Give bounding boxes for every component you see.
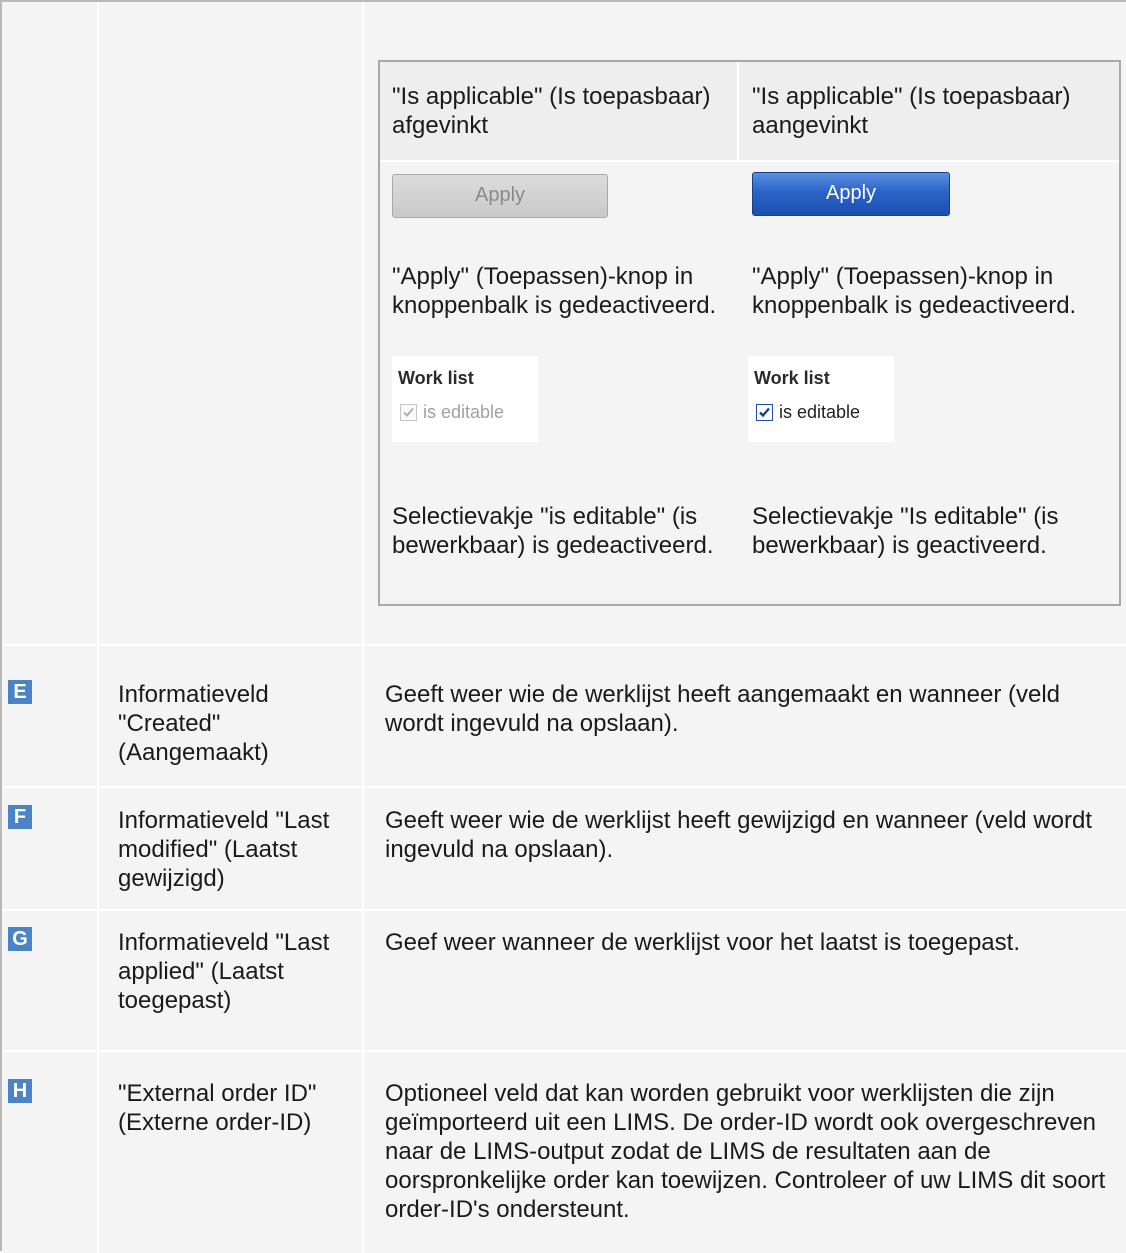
- is-editable-checkbox-disabled: [400, 404, 417, 421]
- worklist-panel-disabled: Work list is editable: [392, 356, 538, 442]
- field-name: "External order ID" (Externe order-ID): [118, 1080, 317, 1136]
- editable-description-unchecked: Selectievakje "is editable" (is bewerkba…: [392, 503, 714, 559]
- column-header-unchecked: "Is applicable" (Is toepasbaar) afgevink…: [392, 83, 711, 139]
- checkmark-icon: [759, 407, 770, 418]
- field-name: Informatieveld "Last applied" (Laatst to…: [118, 929, 330, 1014]
- applicability-comparison-table: "Is applicable" (Is toepasbaar) afgevink…: [378, 60, 1121, 606]
- callout-badge: E: [8, 680, 32, 704]
- is-editable-label: is editable: [779, 402, 861, 422]
- field-description: Geeft weer wie de werklijst heeft aangem…: [385, 681, 1061, 737]
- callout-badge: F: [8, 805, 32, 829]
- field-name: Informatieveld "Last modified" (Laatst g…: [118, 807, 330, 892]
- table-row: F Informatieveld "Last modified" (Laatst…: [2, 788, 1126, 909]
- worklist-title: Work list: [754, 368, 830, 388]
- apply-button-enabled[interactable]: Apply: [752, 172, 950, 216]
- document-page: "Is applicable" (Is toepasbaar) afgevink…: [0, 0, 1126, 1253]
- is-editable-checkbox-enabled[interactable]: [756, 404, 773, 421]
- checkmark-icon: [403, 407, 414, 417]
- apply-description-checked: "Apply" (Toepassen)-knop in knoppenbalk …: [752, 263, 1077, 319]
- table-row: E Informatieveld "Created" (Aangemaakt) …: [2, 646, 1126, 786]
- apply-description-unchecked: "Apply" (Toepassen)-knop in knoppenbalk …: [392, 263, 717, 319]
- worklist-panel-enabled: Work list is editable: [748, 356, 894, 442]
- table-row: "Is applicable" (Is toepasbaar) afgevink…: [2, 2, 1126, 644]
- callout-badge: H: [8, 1079, 32, 1103]
- field-description: Geeft weer wie de werklijst heeft gewijz…: [385, 807, 1093, 863]
- worklist-title: Work list: [398, 368, 474, 388]
- column-header-checked: "Is applicable" (Is toepasbaar) aangevin…: [752, 83, 1071, 139]
- field-name: Informatieveld "Created" (Aangemaakt): [118, 681, 269, 766]
- field-description: Geef weer wanneer de werklijst voor het …: [385, 929, 1020, 956]
- field-description: Optioneel veld dat kan worden gebruikt v…: [385, 1080, 1106, 1223]
- table-row: H "External order ID" (Externe order-ID)…: [2, 1052, 1126, 1253]
- editable-description-checked: Selectievakje "Is editable" (is bewerkba…: [752, 503, 1059, 559]
- is-editable-label: is editable: [423, 402, 505, 422]
- table-row: G Informatieveld "Last applied" (Laatst …: [2, 911, 1126, 1050]
- apply-button-disabled: Apply: [392, 174, 608, 218]
- callout-badge: G: [8, 927, 32, 951]
